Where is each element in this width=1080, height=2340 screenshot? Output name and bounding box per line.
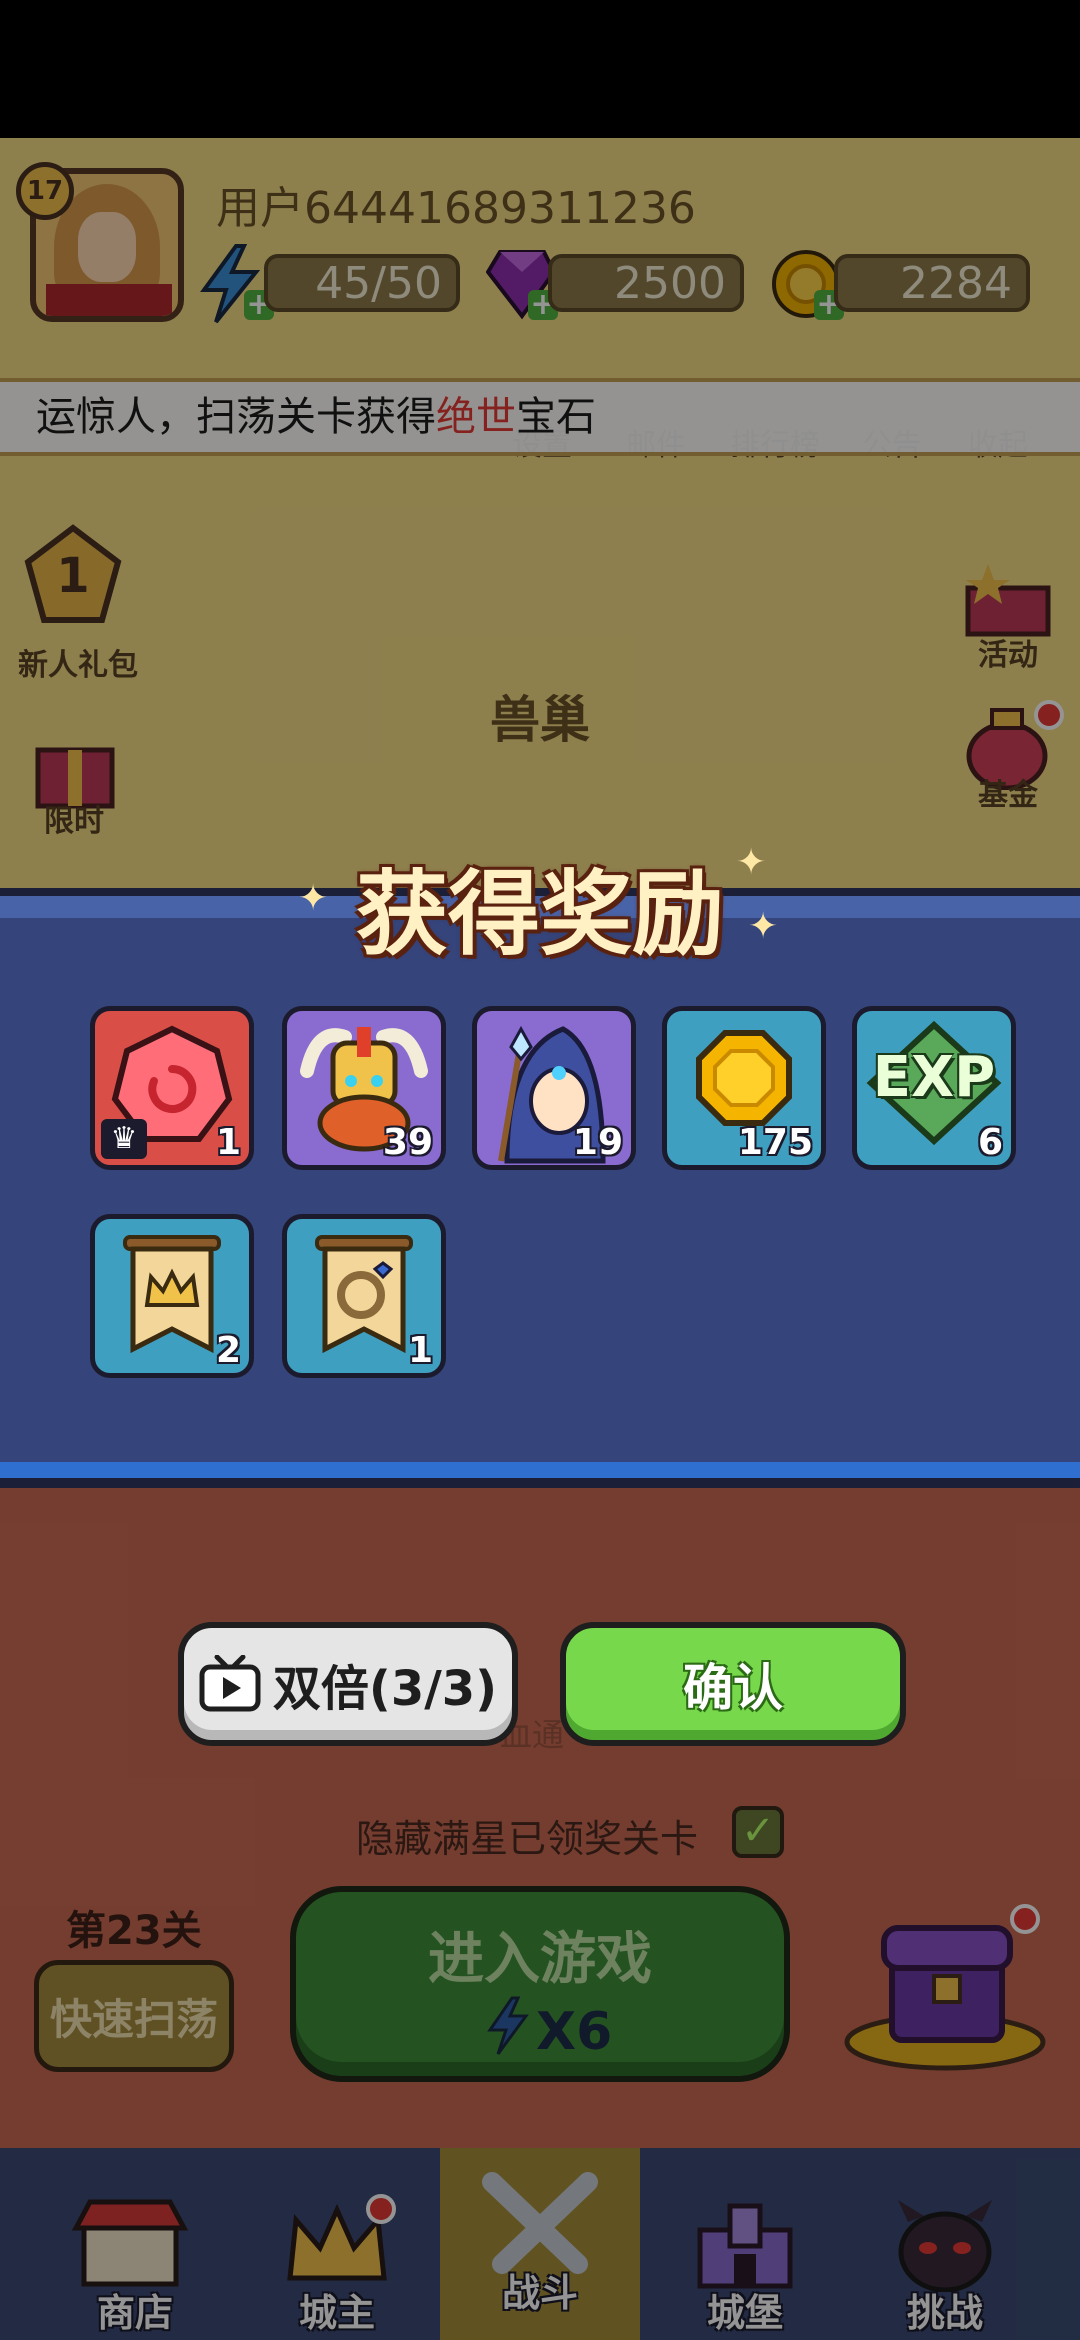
- reward-modal-title: 获得奖励: [355, 861, 724, 968]
- reward-modal: [0, 888, 1080, 1488]
- reward-count: 6: [977, 1122, 1003, 1163]
- crown-badge-icon: ♛: [101, 1119, 147, 1159]
- reward-count: 19: [572, 1122, 623, 1163]
- tv-video-icon: [199, 1655, 261, 1712]
- reward-item-crown-banner[interactable]: 2: [90, 1214, 254, 1378]
- sparkle-icon: ✦: [298, 878, 329, 919]
- double-reward-label: 双倍(3/3): [272, 1661, 498, 1717]
- reward-count: 2: [215, 1330, 241, 1371]
- reward-item-viking-hero[interactable]: 39: [282, 1006, 446, 1170]
- confirm-button[interactable]: 确认: [560, 1622, 906, 1746]
- reward-count: 39: [382, 1122, 433, 1163]
- reward-item-mage-hero[interactable]: 19: [472, 1006, 636, 1170]
- exp-text: EXP: [872, 1045, 996, 1110]
- status-bar: [0, 0, 1080, 138]
- double-reward-button[interactable]: 双倍(3/3): [178, 1622, 518, 1746]
- reward-item-exp[interactable]: EXP 6: [852, 1006, 1016, 1170]
- reward-count: 1: [407, 1330, 433, 1371]
- reward-count: 175: [737, 1122, 813, 1163]
- modal-bottom-edge: [0, 1462, 1080, 1478]
- sparkle-icon: ✦: [748, 906, 779, 947]
- reward-count: 1: [215, 1122, 241, 1163]
- sparkle-icon: ✦: [736, 842, 767, 883]
- reward-item-ring-banner[interactable]: 1: [282, 1214, 446, 1378]
- reward-item-gem[interactable]: ♛ 1: [90, 1006, 254, 1170]
- confirm-label: 确认: [683, 1659, 783, 1717]
- reward-item-gold[interactable]: 175: [662, 1006, 826, 1170]
